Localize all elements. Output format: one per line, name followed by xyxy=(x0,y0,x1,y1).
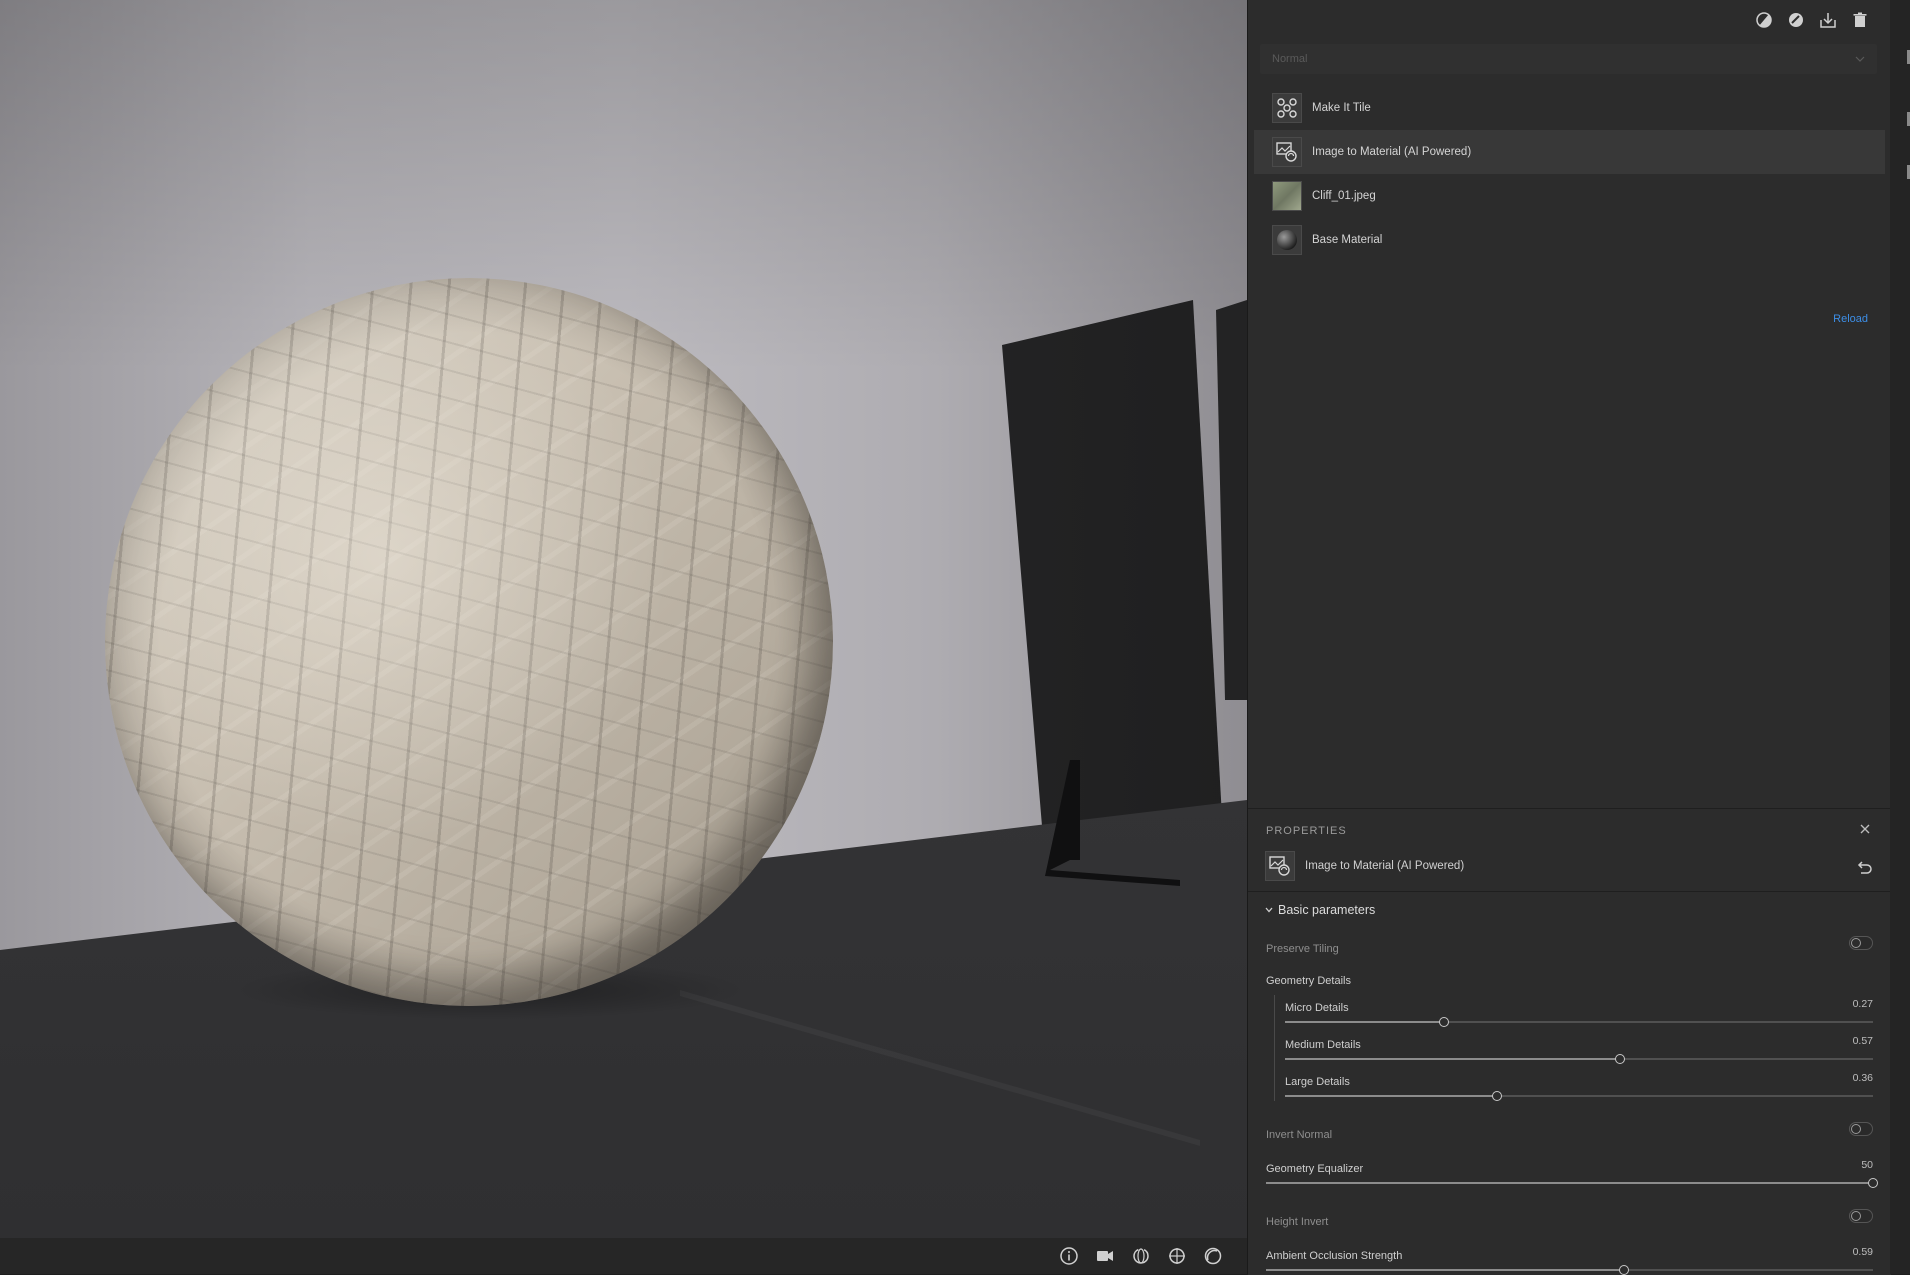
large-details-slider[interactable] xyxy=(1285,1091,1873,1101)
ao-strength-value: 0.59 xyxy=(1852,1246,1873,1258)
invert-normal-row: Invert Normal xyxy=(1266,1122,1873,1143)
layer-make-it-tile[interactable]: Make It Tile xyxy=(1254,86,1885,130)
slider-handle[interactable] xyxy=(1491,1091,1502,1101)
slider-fill xyxy=(1285,1058,1621,1060)
sphere-material-icon xyxy=(1272,225,1302,255)
layer-label: Cliff_01.jpeg xyxy=(1312,190,1376,202)
large-details-value: 0.36 xyxy=(1852,1072,1873,1084)
large-details-label: Large Details xyxy=(1285,1076,1350,1088)
layer-stack: Make It Tile Image to Material (AI Power… xyxy=(1254,86,1885,262)
slider-handle[interactable] xyxy=(1615,1054,1626,1064)
slider-fill xyxy=(1266,1182,1873,1184)
slider-handle[interactable] xyxy=(1868,1178,1878,1188)
panel-scroll-edge[interactable] xyxy=(1890,0,1910,1274)
camera-icon[interactable] xyxy=(1093,1244,1117,1268)
basic-parameters-section-toggle[interactable]: Basic parameters xyxy=(1264,903,1375,917)
height-invert-row: Height Invert xyxy=(1266,1209,1873,1230)
slider-fill xyxy=(1285,1021,1444,1023)
preserve-tiling-label: Preserve Tiling xyxy=(1266,943,1339,955)
close-icon[interactable] xyxy=(1857,821,1873,837)
image-to-material-icon xyxy=(1272,137,1302,167)
micro-details-value: 0.27 xyxy=(1852,998,1873,1010)
layer-toolbar xyxy=(1754,10,1870,30)
reset-icon[interactable] xyxy=(1855,859,1873,877)
large-details-row: Large Details 0.36 xyxy=(1285,1072,1873,1090)
height-invert-toggle[interactable] xyxy=(1849,1209,1873,1223)
paint-layer-icon[interactable] xyxy=(1786,10,1806,30)
geometry-equalizer-slider[interactable] xyxy=(1266,1178,1878,1188)
micro-details-slider[interactable] xyxy=(1285,1017,1873,1027)
reload-link[interactable]: Reload xyxy=(1833,313,1868,325)
layer-label: Image to Material (AI Powered) xyxy=(1312,146,1472,158)
ao-strength-slider[interactable] xyxy=(1266,1265,1873,1275)
micro-details-row: Micro Details 0.27 xyxy=(1285,998,1873,1016)
tile-pattern-icon xyxy=(1272,93,1302,123)
blend-mode-value: Normal xyxy=(1272,53,1308,65)
medium-details-label: Medium Details xyxy=(1285,1039,1361,1051)
export-icon[interactable] xyxy=(1818,10,1838,30)
group-indent-line xyxy=(1274,995,1275,1101)
properties-title: PROPERTIES xyxy=(1266,825,1347,837)
medium-details-value: 0.57 xyxy=(1852,1035,1873,1047)
target-icon[interactable] xyxy=(1165,1244,1189,1268)
blend-mode-dropdown[interactable]: Normal xyxy=(1260,44,1877,74)
chevron-down-icon xyxy=(1855,56,1865,62)
ao-strength-label: Ambient Occlusion Strength xyxy=(1266,1250,1403,1262)
preserve-tiling-row: Preserve Tiling xyxy=(1266,936,1873,957)
rotate-view-icon[interactable] xyxy=(1129,1244,1153,1268)
divider xyxy=(1248,891,1891,892)
invert-normal-toggle[interactable] xyxy=(1849,1122,1873,1136)
layer-image-to-material[interactable]: Image to Material (AI Powered) xyxy=(1254,130,1885,174)
geometry-equalizer-label: Geometry Equalizer xyxy=(1266,1163,1364,1175)
layer-cliff-image[interactable]: Cliff_01.jpeg xyxy=(1254,174,1885,218)
3d-viewport[interactable] xyxy=(0,0,1247,1238)
environment-icon[interactable] xyxy=(1201,1244,1225,1268)
properties-layer-header: Image to Material (AI Powered) xyxy=(1265,851,1464,881)
viewport-toolbar xyxy=(0,1238,1247,1274)
layers-panel: Normal Make It Tile Image to Material (A… xyxy=(1247,0,1891,1275)
height-invert-label: Height Invert xyxy=(1266,1216,1329,1228)
properties-panel: PROPERTIES Image to Material (AI Powered… xyxy=(1248,808,1891,1275)
ao-strength-row: Ambient Occlusion Strength 0.59 xyxy=(1266,1246,1873,1264)
slider-handle[interactable] xyxy=(1438,1017,1449,1027)
material-preview-sphere[interactable] xyxy=(105,278,833,1006)
image-to-material-icon xyxy=(1265,851,1295,881)
micro-details-label: Micro Details xyxy=(1285,1002,1349,1014)
layer-label: Make It Tile xyxy=(1312,102,1371,114)
info-icon[interactable] xyxy=(1057,1244,1081,1268)
geometry-details-label: Geometry Details xyxy=(1266,975,1351,987)
delete-icon[interactable] xyxy=(1850,10,1870,30)
properties-layer-name: Image to Material (AI Powered) xyxy=(1305,860,1465,872)
mask-icon[interactable] xyxy=(1754,10,1774,30)
geometry-equalizer-row: Geometry Equalizer 50 xyxy=(1266,1159,1873,1177)
invert-normal-label: Invert Normal xyxy=(1266,1129,1333,1141)
chevron-down-icon xyxy=(1265,907,1273,913)
layer-base-material[interactable]: Base Material xyxy=(1254,218,1885,262)
geometry-equalizer-value: 50 xyxy=(1861,1159,1873,1171)
geometry-details-row: Geometry Details xyxy=(1266,971,1873,989)
image-thumbnail-icon xyxy=(1272,181,1302,211)
medium-details-slider[interactable] xyxy=(1285,1054,1873,1064)
layer-label: Base Material xyxy=(1312,234,1383,246)
slider-fill xyxy=(1266,1269,1625,1271)
preserve-tiling-toggle[interactable] xyxy=(1849,936,1873,950)
medium-details-row: Medium Details 0.57 xyxy=(1285,1035,1873,1053)
section-label: Basic parameters xyxy=(1278,903,1376,917)
slider-fill xyxy=(1285,1095,1497,1097)
